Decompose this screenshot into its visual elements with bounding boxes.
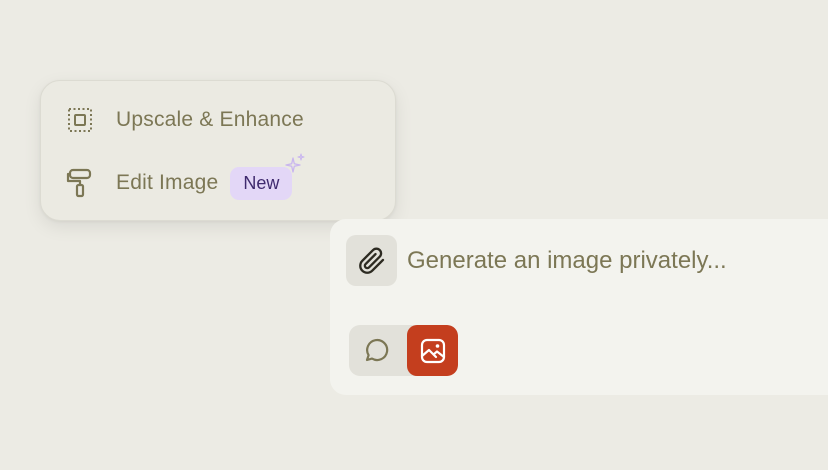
mode-toggle	[349, 325, 458, 376]
menu-item-label: Edit Image	[116, 171, 219, 194]
menu-item-label: Upscale & Enhance	[116, 108, 304, 131]
image-icon	[420, 338, 445, 363]
badge-label: New	[243, 172, 280, 193]
new-badge: New	[230, 152, 305, 200]
image-mode-button[interactable]	[407, 325, 458, 376]
chat-bubble-icon	[365, 338, 389, 361]
prompt-panel	[330, 219, 828, 395]
upscale-icon	[65, 105, 95, 135]
sparkle-icon	[285, 152, 305, 173]
paint-roller-icon	[65, 168, 95, 198]
tools-menu: Upscale & Enhance Edit Image New	[40, 80, 396, 221]
menu-item-edit-image[interactable]: Edit Image New	[65, 152, 305, 203]
paperclip-icon	[358, 247, 384, 274]
chat-mode-button[interactable]	[349, 325, 403, 376]
prompt-input[interactable]	[407, 241, 827, 281]
attach-button[interactable]	[346, 235, 397, 286]
menu-item-upscale-enhance[interactable]: Upscale & Enhance	[65, 100, 304, 140]
